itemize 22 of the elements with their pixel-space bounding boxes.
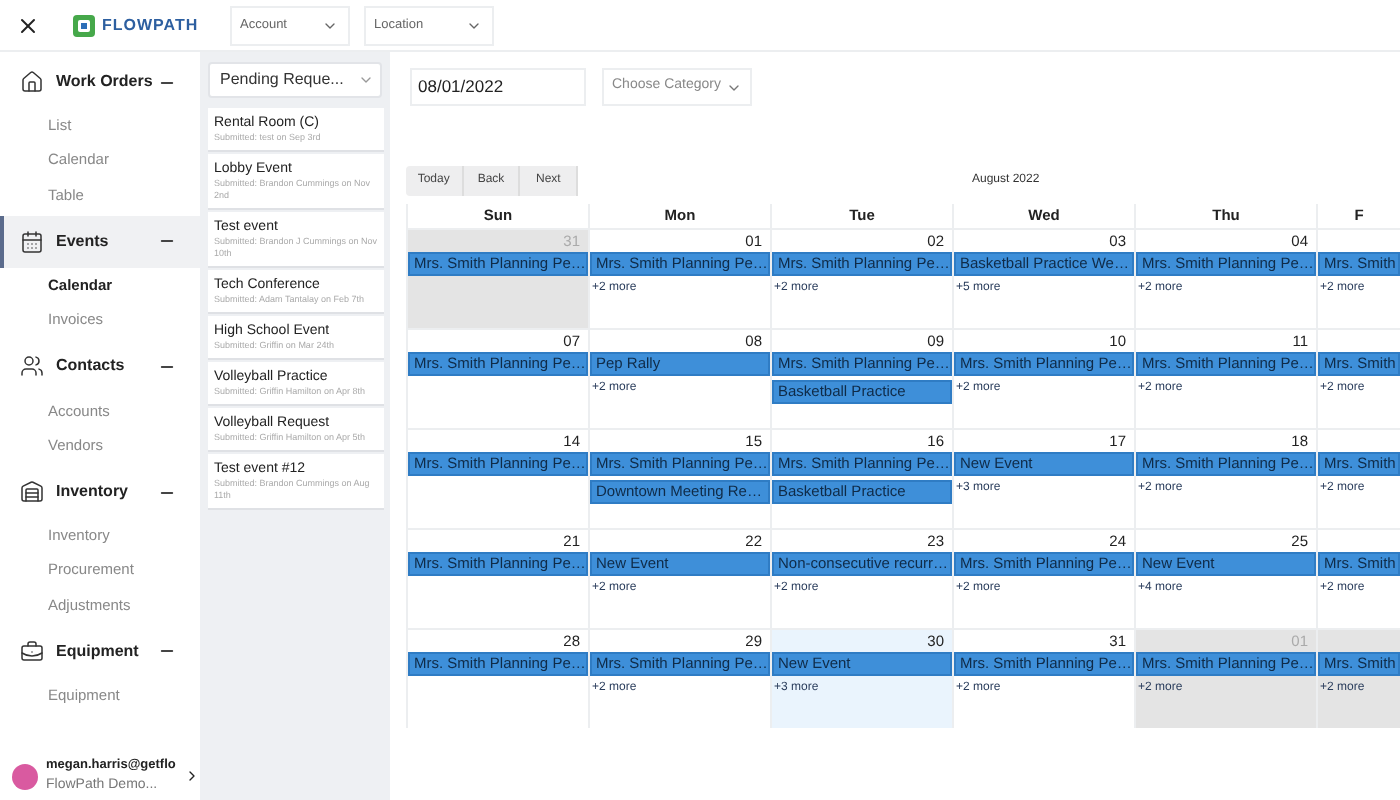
nav-section-label: Work Orders	[56, 70, 155, 94]
status-dropdown[interactable]: Pending Reque...	[208, 62, 382, 98]
people-icon	[20, 354, 44, 379]
nav-section-label: Events	[56, 229, 111, 254]
toolbox-icon	[20, 639, 44, 664]
date-field[interactable]: 08/01/2022	[410, 68, 586, 106]
calendar-icon	[20, 229, 44, 254]
logo-icon	[72, 13, 96, 37]
avatar	[12, 763, 38, 789]
nav-section-label: Inventory	[56, 480, 131, 505]
nav-section[interactable]: Events	[0, 215, 200, 268]
nav-section[interactable]: Inventory	[0, 466, 200, 519]
house-icon	[20, 70, 44, 94]
close-icon[interactable]	[16, 13, 40, 37]
warehouse-icon	[20, 480, 44, 505]
logo-text: FLOWPATH	[102, 13, 199, 37]
nav-section-label: Contacts	[56, 354, 127, 379]
chevron-down-icon	[358, 72, 374, 88]
nav-section[interactable]: Contacts	[0, 340, 200, 393]
nav-section-label: Equipment	[56, 639, 141, 664]
nav-section[interactable]: Equipment	[0, 625, 200, 678]
nav-section[interactable]: Work Orders	[0, 56, 200, 108]
